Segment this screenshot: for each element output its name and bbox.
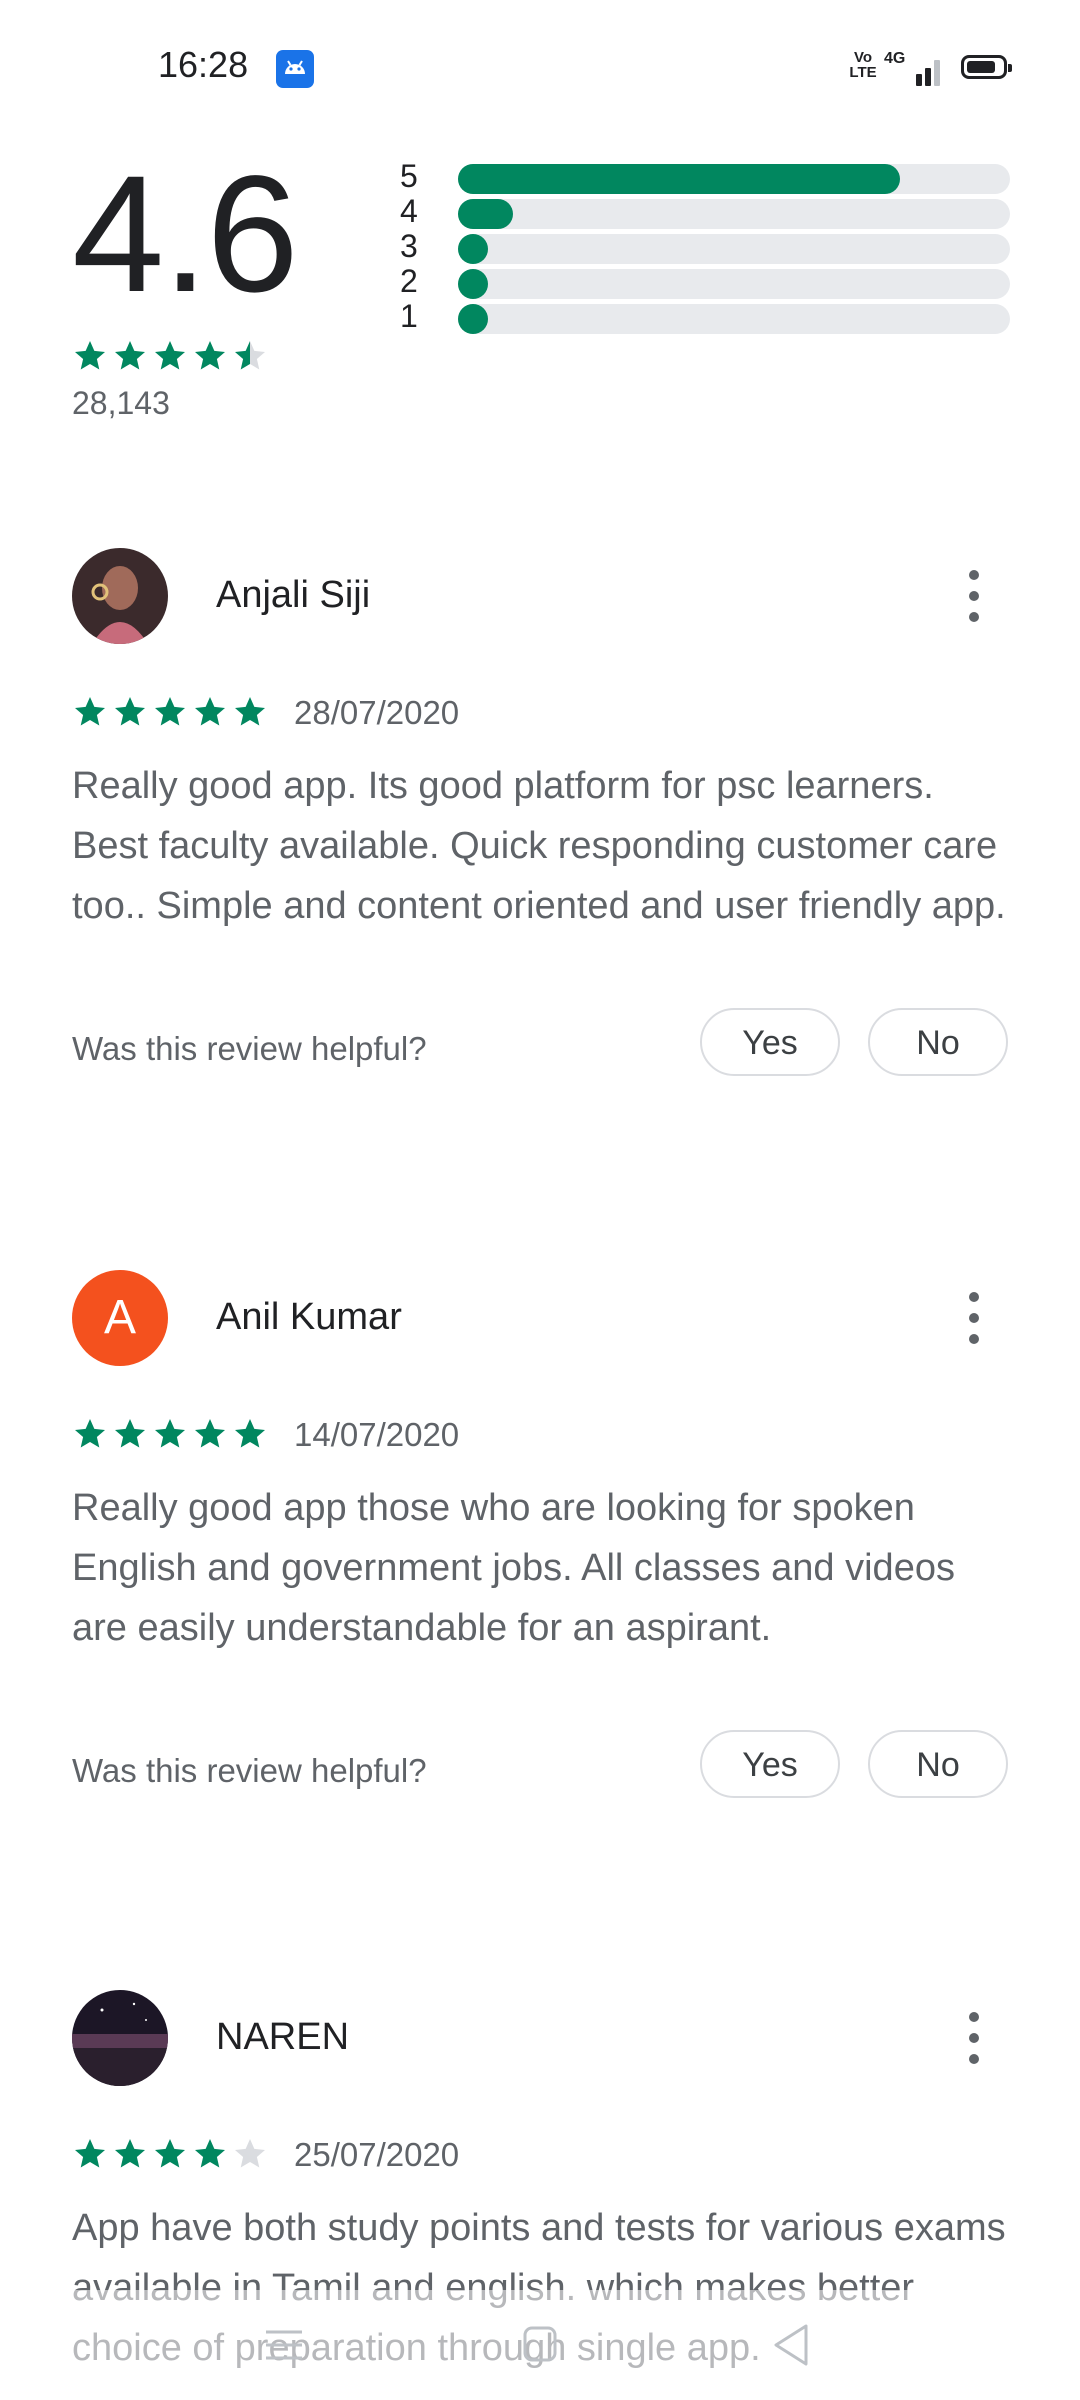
status-time: 16:28 — [158, 44, 249, 85]
histogram-row-5: 5 — [400, 158, 1020, 196]
histogram-track — [458, 304, 1010, 334]
star-empty-icon — [235, 2139, 265, 2168]
star-filled-icon — [195, 697, 225, 726]
rating-count: 28,143 — [72, 385, 170, 421]
android-notification-icon — [276, 50, 314, 88]
review-star-rating — [72, 1416, 268, 1452]
histogram-row-1: 1 — [400, 298, 1020, 336]
histogram-fill — [458, 164, 900, 194]
helpful-no-button[interactable]: No — [868, 1730, 1008, 1798]
histogram-track — [458, 164, 1010, 194]
histogram-label: 3 — [400, 228, 418, 264]
star-filled-icon — [155, 341, 185, 370]
histogram-fill — [458, 304, 488, 334]
review-date: 28/07/2020 — [294, 694, 460, 731]
star-filled-icon — [195, 2139, 225, 2168]
histogram-fill — [458, 234, 488, 264]
helpful-no-button[interactable]: No — [868, 1008, 1008, 1076]
star-filled-icon — [155, 2139, 185, 2168]
review-text[interactable]: Really good app those who are looking fo… — [72, 1478, 1012, 1658]
review-date: 25/07/2020 — [294, 2136, 460, 2173]
review-date: 14/07/2020 — [294, 1416, 460, 1453]
star-filled-icon — [75, 341, 105, 370]
back-triangle-icon[interactable] — [762, 2320, 822, 2370]
star-filled-icon — [75, 2139, 105, 2168]
star-filled-icon — [115, 1419, 145, 1448]
signal-icon: 4G — [884, 48, 944, 88]
histogram-row-3: 3 — [400, 228, 1020, 266]
average-rating: 4.6 — [72, 142, 299, 327]
reviewer-name: NAREN — [216, 2016, 350, 2058]
histogram-fill — [458, 199, 513, 229]
status-bar: 16:28 Vo LTE 4G — [0, 0, 1080, 130]
home-square-icon[interactable] — [510, 2320, 570, 2370]
review-star-rating — [72, 2136, 268, 2172]
more-options-button[interactable] — [952, 2008, 996, 2068]
star-filled-icon — [195, 1419, 225, 1448]
menu-icon[interactable] — [254, 2320, 314, 2370]
star-filled-icon — [115, 341, 145, 370]
review-text[interactable]: Really good app. Its good platform for p… — [72, 756, 1012, 936]
star-filled-icon — [155, 697, 185, 726]
star-filled-icon — [75, 1419, 105, 1448]
star-filled-icon — [235, 1419, 265, 1448]
more-options-button[interactable] — [952, 566, 996, 626]
more-options-button[interactable] — [952, 1288, 996, 1348]
histogram-row-4: 4 — [400, 193, 1020, 231]
battery-icon — [961, 55, 1012, 79]
review-star-rating — [72, 694, 268, 730]
helpful-prompt: Was this review helpful? — [72, 1752, 427, 1789]
avatar — [72, 1990, 168, 2086]
reviewer-name: Anjali Siji — [216, 574, 371, 616]
histogram-fill — [458, 269, 488, 299]
star-filled-icon — [195, 341, 225, 370]
histogram-label: 1 — [400, 298, 418, 334]
star-filled-icon — [235, 697, 265, 726]
histogram-track — [458, 199, 1010, 229]
star-half-icon — [235, 341, 265, 370]
histogram-label: 4 — [400, 193, 418, 229]
star-filled-icon — [155, 1419, 185, 1448]
system-navigation-bar — [0, 2290, 1080, 2400]
reviewer-name: Anil Kumar — [216, 1296, 402, 1338]
histogram-track — [458, 234, 1010, 264]
histogram-track — [458, 269, 1010, 299]
avatar: A — [72, 1270, 168, 1366]
histogram-label: 2 — [400, 263, 418, 299]
histogram-label: 5 — [400, 158, 418, 194]
helpful-prompt: Was this review helpful? — [72, 1030, 427, 1067]
star-filled-icon — [115, 2139, 145, 2168]
helpful-yes-button[interactable]: Yes — [700, 1730, 840, 1798]
star-filled-icon — [75, 697, 105, 726]
avatar — [72, 548, 168, 644]
histogram-row-2: 2 — [400, 263, 1020, 301]
summary-star-rating — [72, 338, 268, 374]
helpful-yes-button[interactable]: Yes — [700, 1008, 840, 1076]
volte-icon: Vo LTE — [849, 49, 877, 81]
star-filled-icon — [115, 697, 145, 726]
